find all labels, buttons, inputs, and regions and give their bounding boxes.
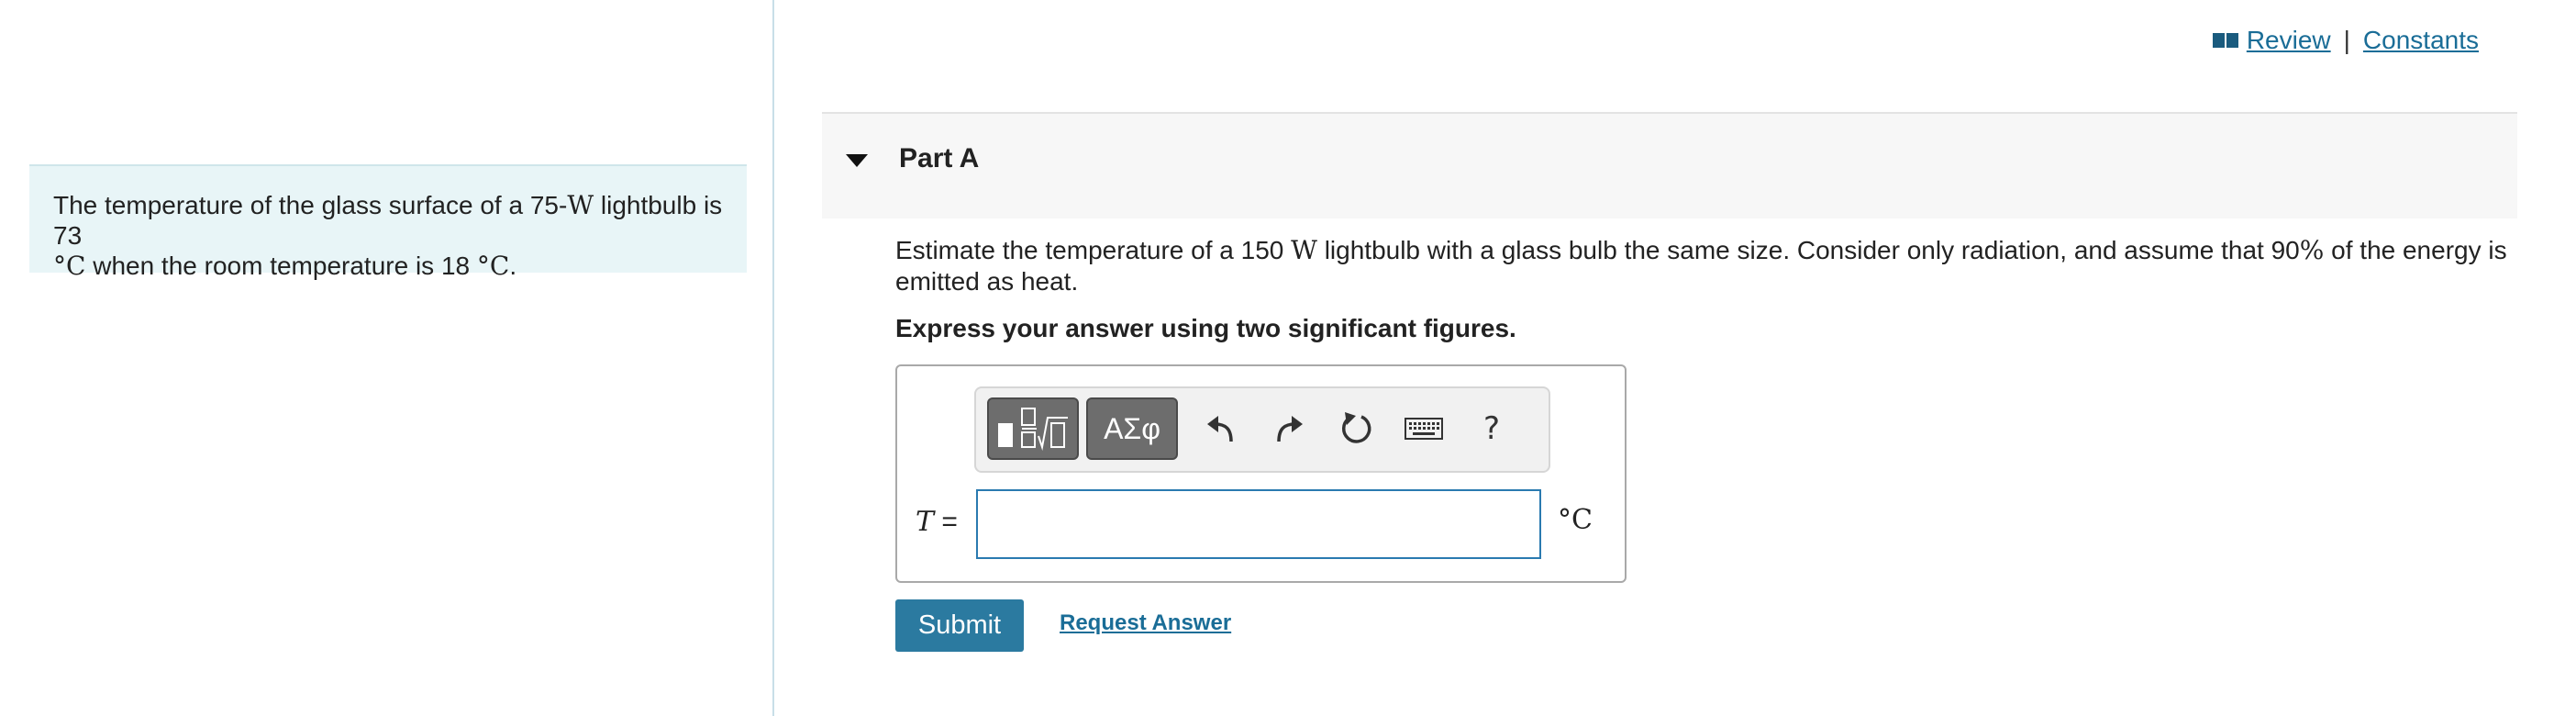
part-header[interactable]: Part A <box>822 112 2517 218</box>
problem-unit-celsius-2: °C <box>476 251 510 281</box>
templates-icon <box>998 408 1068 451</box>
problem-unit-watt: W <box>567 190 594 220</box>
review-link[interactable]: Review <box>2212 26 2331 55</box>
problem-panel: The temperature of the glass surface of … <box>0 0 772 716</box>
submit-button[interactable]: Submit <box>895 599 1024 652</box>
question-percent: % <box>2299 235 2325 265</box>
panel-divider <box>772 0 774 716</box>
answer-unit: °C <box>1558 504 1593 536</box>
review-label: Review <box>2246 26 2331 54</box>
question-text-a: Estimate the temperature of a 150 <box>895 236 1292 264</box>
request-answer-link[interactable]: Request Answer <box>1060 610 1231 636</box>
problem-unit-celsius: °C <box>53 251 86 281</box>
answer-variable-label: T = <box>916 506 958 538</box>
top-links: Review | Constants <box>2212 26 2479 55</box>
keyboard-icon[interactable] <box>1398 403 1449 454</box>
answer-box: ΑΣφ ? T = °C <box>895 364 1627 583</box>
answer-variable: T <box>916 506 935 538</box>
templates-button[interactable] <box>987 397 1079 460</box>
collapse-triangle-icon[interactable] <box>846 152 868 169</box>
problem-text-d: . <box>509 252 517 280</box>
question-text: Estimate the temperature of a 150 W ligh… <box>895 235 2510 297</box>
problem-text-c: when the room temperature is 18 <box>85 252 477 280</box>
answer-input[interactable] <box>976 489 1541 559</box>
problem-text-a: The temperature of the glass surface of … <box>53 191 568 219</box>
part-title: Part A <box>899 143 980 173</box>
links-separator: | <box>2343 26 2350 54</box>
undo-icon[interactable] <box>1196 403 1248 454</box>
constants-link[interactable]: Constants <box>2363 26 2479 55</box>
answer-equals: = <box>934 507 958 537</box>
question-text-b: lightbulb with a glass bulb the same siz… <box>1316 236 2300 264</box>
symbols-button[interactable]: ΑΣφ <box>1086 397 1178 460</box>
math-toolbar: ΑΣφ ? <box>974 386 1550 473</box>
instruction: Express your answer using two significan… <box>895 314 1516 342</box>
help-button[interactable]: ? <box>1466 403 1517 454</box>
redo-icon[interactable] <box>1262 403 1314 454</box>
reset-icon[interactable] <box>1330 403 1382 454</box>
book-icon <box>2212 33 2238 48</box>
question-unit-watt: W <box>1291 235 1317 265</box>
problem-statement: The temperature of the glass surface of … <box>29 164 747 281</box>
